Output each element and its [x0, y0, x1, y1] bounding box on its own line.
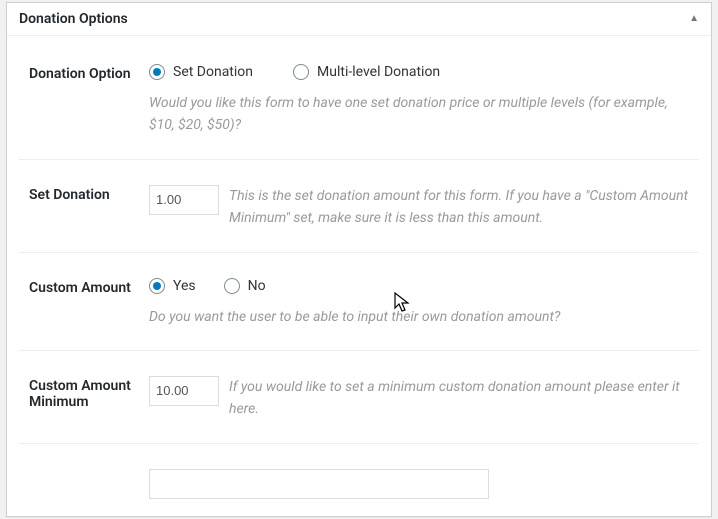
- panel-body: Donation Option Set Donation Multi-level…: [7, 36, 711, 517]
- cutoff-content: [149, 469, 699, 499]
- set-donation-input[interactable]: [149, 185, 219, 215]
- custom-amount-minimum-help-text: If you would like to set a minimum custo…: [229, 376, 689, 421]
- cutoff-input[interactable]: [149, 469, 489, 499]
- radio-multi-level-donation[interactable]: Multi-level Donation: [293, 64, 440, 80]
- set-donation-label: Set Donation: [19, 185, 149, 203]
- radio-dot-icon: [149, 64, 165, 80]
- donation-option-help-text: Would you like this form to have one set…: [149, 92, 689, 137]
- set-donation-help-text: This is the set donation amount for this…: [229, 185, 689, 230]
- custom-amount-help-text: Do you want the user to be able to input…: [149, 306, 689, 328]
- set-donation-content: This is the set donation amount for this…: [149, 185, 699, 230]
- custom-amount-content: Yes No Do you want the user to be able t…: [149, 278, 699, 328]
- set-donation-row: Set Donation This is the set donation am…: [19, 160, 699, 253]
- radio-label: Multi-level Donation: [317, 64, 440, 80]
- radio-dot-icon: [149, 278, 165, 294]
- radio-circle-icon: [224, 278, 240, 294]
- radio-set-donation[interactable]: Set Donation: [149, 64, 253, 80]
- radio-label: Set Donation: [173, 64, 253, 80]
- donation-option-row: Donation Option Set Donation Multi-level…: [19, 36, 699, 160]
- radio-custom-amount-yes[interactable]: Yes: [149, 278, 196, 294]
- donation-options-panel: Donation Options ▲ Donation Option Set D…: [6, 2, 712, 517]
- radio-label: Yes: [173, 278, 196, 294]
- custom-amount-minimum-label: Custom Amount Minimum: [19, 376, 149, 410]
- custom-amount-row: Custom Amount Yes No Do you want the use…: [19, 253, 699, 351]
- next-row-cutoff: [19, 444, 699, 517]
- custom-amount-minimum-content: If you would like to set a minimum custo…: [149, 376, 699, 421]
- custom-amount-minimum-row: Custom Amount Minimum If you would like …: [19, 351, 699, 444]
- panel-header: Donation Options ▲: [7, 3, 711, 36]
- radio-label: No: [248, 278, 266, 294]
- donation-option-content: Set Donation Multi-level Donation Would …: [149, 64, 699, 137]
- collapse-toggle-icon[interactable]: ▲: [689, 14, 699, 24]
- radio-circle-icon: [293, 64, 309, 80]
- donation-option-label: Donation Option: [19, 64, 149, 82]
- radio-custom-amount-no[interactable]: No: [224, 278, 266, 294]
- panel-title: Donation Options: [19, 11, 128, 27]
- cutoff-label: [19, 469, 149, 471]
- custom-amount-label: Custom Amount: [19, 278, 149, 296]
- donation-option-radio-group: Set Donation Multi-level Donation: [149, 64, 689, 80]
- custom-amount-minimum-input[interactable]: [149, 376, 219, 406]
